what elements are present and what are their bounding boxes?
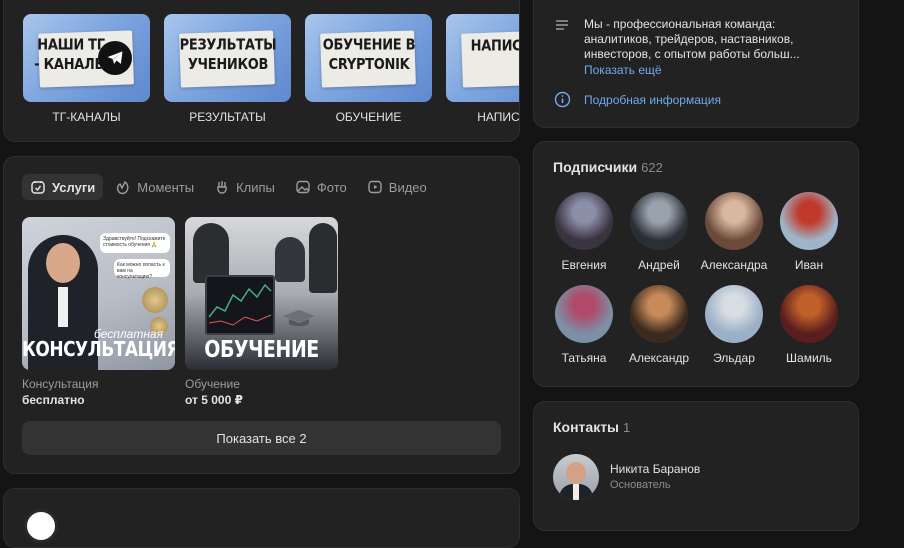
tab-label: Видео: [388, 179, 427, 195]
services-card: Услуги Моменты Клипы Фото Видео Здравств…: [3, 156, 520, 474]
next-section-card: [3, 488, 520, 548]
content-tabs: Услуги Моменты Клипы Фото Видео: [22, 174, 435, 200]
subscriber-item[interactable]: Эльдар: [697, 285, 771, 365]
album-cover-text: ОБУЧЕНИЕ В CRYPTONIK: [322, 36, 416, 74]
contact-role: Основатель: [610, 479, 671, 491]
subscriber-item[interactable]: Шамиль: [772, 285, 846, 365]
person-face: [566, 462, 586, 484]
album-caption[interactable]: ТГ-КАНАЛЫ: [23, 110, 150, 124]
albums-card: НАШИ ТГ - КАНАЛЫ ТГ-КАНАЛЫ РЕЗУЛЬТАТЫ УЧ…: [3, 0, 520, 142]
contacts-card: Контакты 1 Никита Баранов Основатель: [533, 401, 859, 531]
subscriber-item[interactable]: Александра: [697, 192, 771, 272]
avatar[interactable]: [24, 509, 58, 543]
service-item-education[interactable]: ОБУЧЕНИЕ Обучение от 5 000 ₽: [185, 217, 338, 407]
album-caption[interactable]: РЕЗУЛЬТАТЫ: [164, 110, 291, 124]
subscriber-name: Евгения: [561, 258, 607, 272]
telegram-icon: [98, 41, 132, 75]
laptop-screen: [205, 275, 275, 335]
contacts-title: Контакты: [553, 419, 620, 435]
about-text: Мы - профессиональная команда: аналитико…: [584, 17, 800, 61]
contacts-count: 1: [623, 420, 631, 435]
chat-bubble: Здравствуйте! Подскажите стоимость обуче…: [100, 233, 170, 253]
show-all-button[interactable]: Показать все 2: [22, 421, 501, 455]
avatar[interactable]: [705, 192, 763, 250]
subscriber-item[interactable]: Евгения: [547, 192, 621, 272]
subscriber-name: Андрей: [638, 258, 680, 272]
graduation-cap-icon: [281, 309, 317, 327]
details-link[interactable]: Подробная информация: [584, 93, 721, 107]
avatar[interactable]: [780, 192, 838, 250]
person-silhouette: [309, 223, 337, 293]
subscriber-name: Александр: [628, 351, 690, 365]
subscribers-header[interactable]: Подписчики 622: [553, 159, 663, 175]
subscriber-item[interactable]: Татьяна: [547, 285, 621, 365]
video-icon: [368, 180, 382, 194]
tab-label: Фото: [316, 179, 347, 195]
person-silhouette: [275, 237, 305, 282]
moments-icon: [117, 180, 129, 195]
service-title: Консультация: [22, 377, 99, 391]
tab-label: Клипы: [236, 179, 275, 195]
subscribers-card: Подписчики 622 Евгения Андрей Александра Ива…: [533, 141, 859, 387]
avatar[interactable]: [630, 192, 688, 250]
subscriber-name: Татьяна: [561, 351, 607, 365]
subscribers-title: Подписчики: [553, 159, 638, 175]
tab-services[interactable]: Услуги: [22, 174, 104, 200]
contact-avatar[interactable]: [553, 454, 599, 500]
album-cover-text: НАПИСАТЬ: [470, 37, 519, 56]
subscriber-item[interactable]: Иван: [772, 192, 846, 272]
album-write[interactable]: НАПИСАТЬ: [446, 14, 519, 102]
service-price: от 5 000 ₽: [185, 393, 243, 407]
service-cover[interactable]: ОБУЧЕНИЕ: [185, 217, 338, 370]
subscriber-name: Шамиль: [786, 351, 832, 365]
shirt: [573, 484, 579, 500]
clips-icon: [217, 181, 227, 194]
person-silhouette: [193, 223, 229, 283]
info-icon: [554, 91, 571, 108]
album-tg-channels[interactable]: НАШИ ТГ - КАНАЛЫ: [23, 14, 150, 102]
service-cover[interactable]: Здравствуйте! Подскажите стоимость обуче…: [22, 217, 175, 370]
services-icon: [31, 181, 45, 194]
chat-bubble: Как можно попасть к вам на консультацию?: [114, 259, 170, 280]
trading-chart-icon: [208, 283, 272, 326]
service-item-consultation[interactable]: Здравствуйте! Подскажите стоимость обуче…: [22, 217, 175, 407]
tab-moments[interactable]: Моменты: [107, 174, 202, 200]
shirt: [58, 287, 68, 327]
avatar[interactable]: [780, 285, 838, 343]
avatar[interactable]: [555, 285, 613, 343]
service-price: бесплатно: [22, 393, 85, 407]
show-more-link[interactable]: Показать ещё: [584, 63, 662, 77]
subscriber-name: Иван: [794, 258, 824, 272]
subscribers-count: 622: [641, 160, 663, 175]
tab-photo[interactable]: Фото: [287, 174, 355, 200]
tab-label: Моменты: [137, 179, 195, 195]
album-caption[interactable]: ОБУЧЕНИЕ: [305, 110, 432, 124]
tab-video[interactable]: Видео: [359, 174, 435, 200]
description-icon: [556, 20, 568, 30]
person-face: [46, 243, 80, 283]
photo-icon: [296, 180, 310, 194]
subscriber-name: Эльдар: [713, 351, 755, 365]
album-cover-text: РЕЗУЛЬТАТЫ УЧЕНИКОВ: [179, 36, 277, 74]
album-caption[interactable]: НАПИСАТЬ: [446, 110, 519, 124]
cover-big-text: ОБУЧЕНИЕ: [204, 336, 319, 364]
avatar[interactable]: [630, 285, 688, 343]
tab-clips[interactable]: Клипы: [206, 174, 283, 200]
subscriber-item[interactable]: Андрей: [622, 192, 696, 272]
subscriber-name: Александра: [700, 258, 768, 272]
tab-label: Услуги: [52, 179, 96, 195]
about-card: Мы - профессиональная команда: аналитико…: [533, 0, 859, 128]
avatar[interactable]: [705, 285, 763, 343]
coin-graphic: [142, 287, 168, 313]
contacts-header[interactable]: Контакты 1: [553, 419, 630, 435]
service-title: Обучение: [185, 377, 240, 391]
cover-big-text: КОНСУЛЬТАЦИЯ: [22, 338, 175, 362]
avatar[interactable]: [555, 192, 613, 250]
subscriber-item[interactable]: Александр: [622, 285, 696, 365]
contact-name[interactable]: Никита Баранов: [610, 462, 700, 476]
album-education[interactable]: ОБУЧЕНИЕ В CRYPTONIK: [305, 14, 432, 102]
album-results[interactable]: РЕЗУЛЬТАТЫ УЧЕНИКОВ: [164, 14, 291, 102]
